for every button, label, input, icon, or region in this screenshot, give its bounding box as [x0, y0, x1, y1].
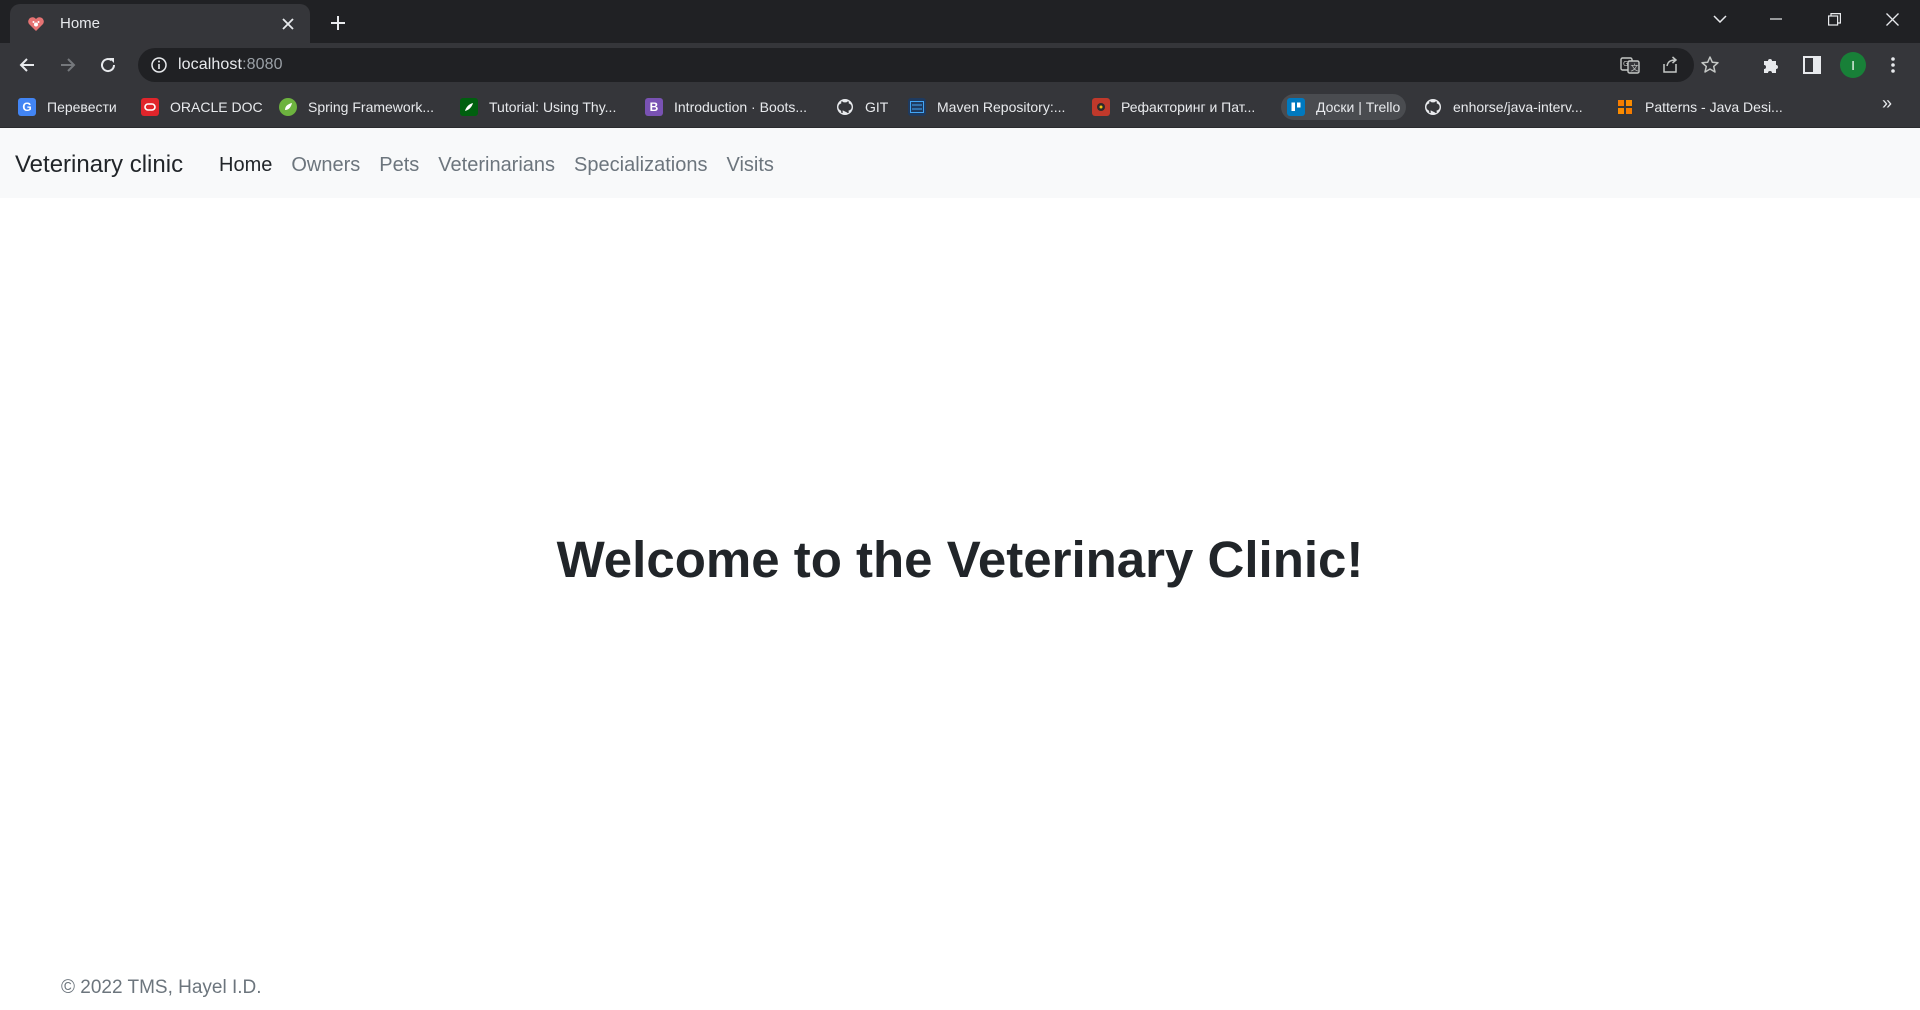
bookmark-item[interactable]: B Introduction · Boots... [639, 94, 813, 120]
bookmark-item[interactable]: Доски | Trello [1281, 94, 1407, 120]
new-tab-button[interactable] [324, 9, 352, 37]
tab-title: Home [60, 15, 101, 32]
url-text: localhost:8080 [178, 56, 283, 74]
site-info-icon[interactable] [150, 56, 168, 74]
maven-icon [908, 98, 926, 116]
bookmark-label: GIT [865, 99, 889, 115]
bookmark-item[interactable]: Рефакторинг и Пат... [1086, 94, 1261, 120]
patterns-icon [1616, 98, 1634, 116]
bookmark-item[interactable]: GIT [830, 94, 894, 120]
bookmark-label: Maven Repository:... [937, 99, 1066, 115]
back-button[interactable] [11, 49, 43, 81]
profile-avatar[interactable]: I [1840, 52, 1866, 78]
forward-button[interactable] [52, 49, 84, 81]
restore-button[interactable] [1806, 0, 1862, 38]
trello-icon [1287, 98, 1305, 116]
bookmark-label: Рефакторинг и Пат... [1121, 99, 1256, 115]
tab-search-icon[interactable] [1692, 0, 1748, 38]
translate-page-icon[interactable]: 文G [1620, 55, 1640, 75]
menu-kebab-icon[interactable] [1880, 52, 1906, 78]
browser-toolbar: localhost:8080 文G I [0, 43, 1920, 87]
bookmark-item[interactable]: enhorse/java-interv... [1418, 94, 1589, 120]
url-port: :8080 [242, 56, 283, 73]
close-window-button[interactable] [1864, 0, 1920, 38]
bookmark-label: ORACLE DOC [170, 99, 263, 115]
site-nav: Home Owners Pets Veterinarians Specializ… [219, 154, 793, 177]
bookmark-label: Introduction · Boots... [674, 99, 808, 115]
nav-home[interactable]: Home [219, 154, 272, 177]
bookmark-item[interactable]: G Перевести [12, 94, 123, 120]
github-icon [836, 98, 854, 116]
site-brand[interactable]: Veterinary clinic [15, 151, 183, 179]
page-footer: © 2022 TMS, Hayel I.D. [61, 977, 262, 998]
minimize-button[interactable] [1748, 0, 1804, 38]
extensions-icon[interactable] [1758, 52, 1784, 78]
bookmark-label: enhorse/java-interv... [1453, 99, 1583, 115]
address-bar[interactable]: localhost:8080 文G [138, 48, 1719, 82]
bookmark-item[interactable]: Patterns - Java Desi... [1610, 94, 1789, 120]
nav-owners[interactable]: Owners [291, 154, 360, 177]
thymeleaf-icon [460, 98, 478, 116]
bookmark-label: Patterns - Java Desi... [1645, 99, 1783, 115]
site-navbar: Veterinary clinic Home Owners Pets Veter… [0, 128, 1920, 198]
bookmark-item[interactable]: Tutorial: Using Thy... [454, 94, 622, 120]
bookmark-label: Spring Framework... [308, 99, 435, 115]
github-icon [1424, 98, 1442, 116]
share-icon[interactable] [1660, 55, 1680, 75]
svg-text:文: 文 [1631, 63, 1639, 73]
bookmark-label: Tutorial: Using Thy... [489, 99, 617, 115]
bookmark-item[interactable]: Spring Framework... [273, 94, 440, 120]
side-panel-icon[interactable] [1799, 52, 1825, 78]
nav-pets[interactable]: Pets [379, 154, 419, 177]
bookmark-item[interactable]: Maven Repository:... [902, 94, 1071, 120]
nav-visits[interactable]: Visits [726, 154, 773, 177]
nav-specializations[interactable]: Specializations [574, 154, 707, 177]
bookmark-label: Перевести [47, 99, 117, 115]
bookmark-star-icon[interactable] [1700, 55, 1720, 75]
bookmark-label: Доски | Trello [1316, 99, 1401, 115]
refactoring-icon [1092, 98, 1110, 116]
translate-icon: G [18, 98, 36, 116]
bookmarks-bar: G Перевести ORACLE DOC Spring Framework.… [0, 87, 1920, 128]
nav-veterinarians[interactable]: Veterinarians [438, 154, 555, 177]
paw-heart-icon [26, 14, 46, 34]
page-heading: Welcome to the Veterinary Clinic! [556, 531, 1364, 588]
oracle-icon [141, 98, 159, 116]
url-host: localhost [178, 56, 243, 73]
svg-text:G: G [1623, 60, 1628, 68]
spring-icon [279, 98, 297, 116]
bookmarks-overflow-button[interactable]: » [1882, 93, 1892, 114]
browser-tab[interactable]: Home [10, 4, 310, 43]
reload-button[interactable] [92, 49, 124, 81]
bootstrap-icon: B [645, 98, 663, 116]
close-tab-icon[interactable] [276, 12, 300, 36]
browser-tabstrip: Home [0, 0, 1920, 43]
bookmark-item[interactable]: ORACLE DOC [135, 94, 269, 120]
